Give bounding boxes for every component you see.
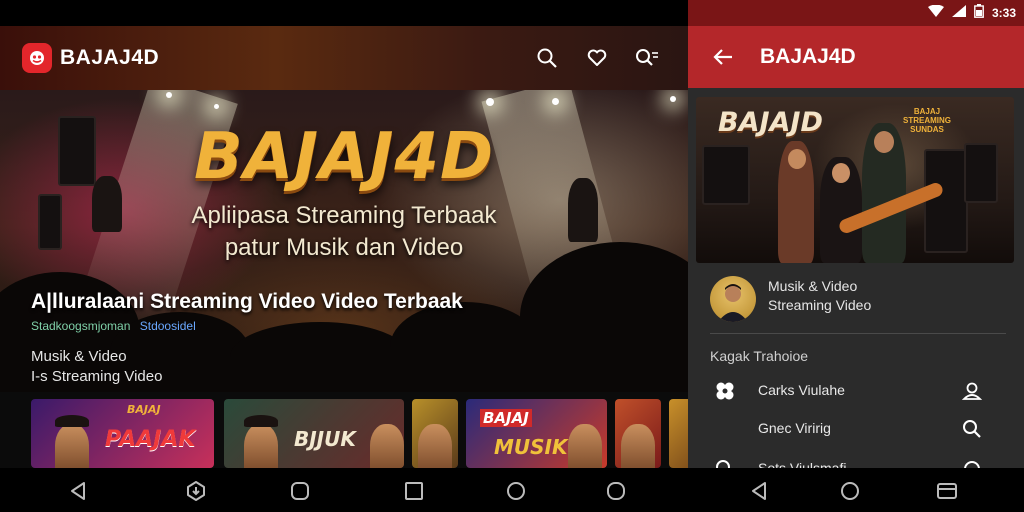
back-arrow-icon[interactable] (710, 44, 736, 70)
menu-item-label: Gnec Viririg (758, 420, 831, 436)
category-label: Musik & Video (31, 348, 127, 365)
app-bar: BAJAJ4D (0, 26, 688, 90)
video-thumbnail[interactable] (412, 399, 458, 468)
hero-tagline: Apliipasa Streaming Terbaak (191, 202, 497, 229)
menu-item[interactable]: Sots Viulsmafi (688, 450, 1024, 468)
stage-spotlight (214, 104, 219, 109)
speaker-cabinet (702, 145, 750, 205)
stage-spotlight (552, 98, 559, 105)
thumbnail-hair (55, 415, 89, 427)
detail-hero-image[interactable]: BAJAJD BAJAJ STREAMING SUNDAS (696, 97, 1014, 263)
thumbnail-text: PAAJAK (105, 427, 196, 452)
top-strip (0, 0, 688, 26)
video-thumbnail[interactable]: BJJUK (224, 399, 404, 468)
battery-icon (974, 3, 984, 23)
profile-line: Streaming Video (768, 297, 872, 313)
search-icon[interactable] (961, 418, 983, 440)
thumbnail-face (55, 424, 89, 468)
signal-icon (951, 4, 966, 22)
performer-face (832, 163, 850, 183)
wifi-icon (927, 4, 944, 22)
thumbnail-face (621, 424, 655, 468)
thumbnail-face (370, 424, 404, 468)
heart-icon[interactable] (584, 45, 610, 71)
hero-title: BAJAJ4D (193, 120, 495, 194)
video-thumbnail[interactable] (669, 399, 688, 468)
section-header: Kagak Trahoioe (710, 348, 809, 364)
speaker-cabinet (964, 143, 998, 203)
page-title: BAJAJ4D (760, 45, 856, 68)
search-filter-icon[interactable] (634, 45, 660, 71)
menu-item-label: Sots Viulsmafi (758, 460, 847, 468)
circle-button-icon[interactable] (603, 478, 629, 504)
menu-item-label: Carks Viulahe (758, 382, 845, 398)
thumbnail-text: BJJUK (294, 427, 356, 451)
performer-face (788, 149, 806, 169)
avatar[interactable] (710, 276, 756, 322)
hero-tagline: patur Musik dan Video (224, 234, 464, 261)
settings-icon[interactable] (961, 458, 983, 468)
grid-icon (714, 380, 736, 402)
status-time: 3:33 (991, 6, 1016, 20)
stage-spotlight (166, 92, 172, 98)
thumbnail-text: MUSIK (494, 435, 568, 459)
back-icon[interactable] (746, 478, 772, 504)
hero-badge: BAJAJ STREAMING SUNDAS (903, 107, 951, 134)
recents-icon[interactable] (934, 478, 960, 504)
featured-meta-primary: Stadkoogsmjoman (31, 319, 131, 333)
performer-face (874, 131, 894, 153)
profile-line: Musik & Video (768, 278, 858, 294)
thumbnail-text-top: BAJAJ (127, 403, 161, 416)
thumbnail-row: BAJAJ PAAJAK BJJUK BAJAJ MUSIK (31, 399, 688, 468)
thumbnail-hair (244, 415, 278, 427)
detail-pane: 3:33 BAJAJ4D BAJAJD BAJAJ STREAMING SUND… (688, 0, 1024, 468)
speaker-cabinet (924, 149, 968, 253)
home-icon[interactable] (837, 478, 863, 504)
menu-item[interactable]: Gnec Viririg (688, 410, 1024, 448)
search-icon (714, 458, 736, 468)
crowd-silhouette (230, 322, 410, 392)
thumbnail-face (418, 424, 452, 468)
system-nav-bar (0, 468, 1024, 512)
menu-item[interactable]: Carks Viulahe (688, 372, 1024, 410)
main-app-pane: BAJAJ4D BAJAJ4D Apliipasa Streaming Terb… (0, 0, 688, 468)
crowd-silhouette (390, 302, 540, 392)
thumbnail-face (568, 424, 602, 468)
update-icon[interactable] (183, 478, 209, 504)
featured-meta: Stadkoogsmjoman Stdoosidel (31, 319, 196, 333)
channel-profile[interactable]: Musik & Video Streaming Video (710, 276, 1010, 326)
status-bar: 3:33 (688, 0, 1024, 26)
hero-title: BAJAJD (718, 107, 823, 138)
category-label: I-s Streaming Video (31, 368, 163, 385)
stage-spotlight (670, 96, 676, 102)
stage-spotlight (486, 98, 494, 106)
hero-banner[interactable]: BAJAJ4D Apliipasa Streaming Terbaak patu… (0, 90, 688, 392)
circle-home-icon[interactable] (503, 478, 529, 504)
video-thumbnail[interactable]: BAJAJ PAAJAK (31, 399, 214, 468)
app-name: BAJAJ4D (60, 46, 160, 69)
back-icon[interactable] (65, 478, 91, 504)
app-bar: BAJAJ4D (688, 26, 1024, 88)
search-icon[interactable] (534, 45, 560, 71)
brand-logo-icon[interactable] (22, 43, 52, 73)
featured-title[interactable]: A|lluralaani Streaming Video Video Terba… (31, 290, 463, 314)
thumbnail-face (244, 424, 278, 468)
user-icon[interactable] (961, 380, 983, 402)
divider (710, 333, 1006, 334)
home-icon[interactable] (287, 478, 313, 504)
featured-meta-secondary[interactable]: Stdoosidel (140, 319, 196, 333)
video-thumbnail[interactable]: BAJAJ MUSIK (466, 399, 607, 468)
thumbnail-text-top: BAJAJ (480, 409, 532, 427)
recents-icon[interactable] (401, 478, 427, 504)
video-thumbnail[interactable] (615, 399, 661, 468)
